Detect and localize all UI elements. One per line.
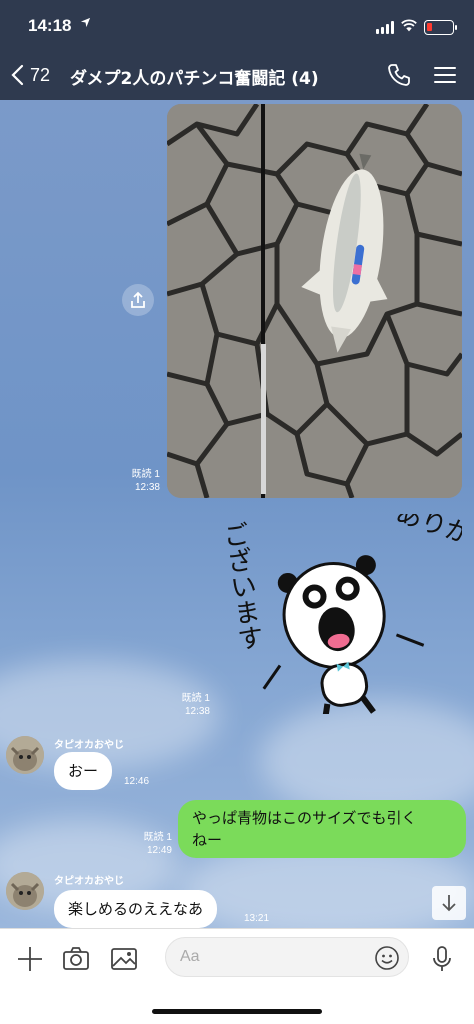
incoming-message[interactable]: 楽しめるのええなあ: [54, 890, 218, 928]
top-bar: 14:18 72 ダメプ2人のパチンコ奮闘記 (4): [0, 0, 474, 100]
outgoing-message[interactable]: やっぱ青物はこのサイズでも引く ねー: [178, 800, 466, 858]
battery-icon: [424, 20, 457, 35]
location-arrow-icon: [80, 17, 91, 31]
chevron-left-icon: [11, 64, 24, 86]
outgoing-message-line: ねー: [192, 831, 223, 849]
fish-photo-message[interactable]: [167, 104, 462, 498]
avatar-image: [6, 872, 44, 910]
fish-photo-image: [167, 104, 462, 498]
read-receipt: 既読 1: [131, 469, 160, 480]
chat-header: 72 ダメプ2人のパチンコ奮闘記 (4): [0, 52, 474, 98]
scroll-down-button[interactable]: [432, 886, 466, 920]
plus-icon[interactable]: [16, 945, 44, 973]
photo-meta: 既読 1 12:38: [120, 468, 160, 494]
message-input[interactable]: [180, 938, 370, 976]
outgoing-message-line: やっぱ青物はこのサイズでも引く: [192, 809, 417, 827]
status-bar: 14:18: [0, 14, 474, 44]
sender-name: タピオカおやじ: [54, 740, 124, 751]
phone-icon[interactable]: [386, 62, 412, 88]
camera-icon[interactable]: [62, 945, 90, 973]
read-receipt: 既読 1: [181, 693, 210, 704]
cellular-signal-icon: [376, 20, 394, 34]
microphone-icon[interactable]: [428, 945, 456, 973]
avatar[interactable]: [6, 872, 44, 910]
panda-sticker[interactable]: ありがとう ございます: [217, 498, 474, 724]
sender-name: タピオカおやじ: [54, 876, 124, 887]
status-time: 14:18: [28, 16, 72, 35]
share-icon[interactable]: [122, 284, 154, 316]
arrow-down-icon: [442, 895, 456, 912]
message-time: 13:21: [244, 913, 270, 924]
message-time: 12:49: [146, 845, 172, 856]
sticker-text-2: ございます: [222, 520, 265, 653]
back-button[interactable]: 72: [10, 60, 50, 90]
emoji-icon[interactable]: [374, 945, 400, 971]
chat-title: ダメプ2人のパチンコ奮闘記 (4): [70, 69, 319, 89]
unread-count: 72: [30, 64, 51, 85]
sticker-text-1: ありがとう: [392, 514, 462, 567]
own-message-meta: 既読 1 12:49: [130, 831, 172, 857]
image-icon[interactable]: [110, 945, 138, 973]
panda-sticker-image: ありがとう ございます: [217, 498, 474, 724]
message-time: 12:46: [124, 776, 150, 787]
message-time: 12:38: [184, 706, 210, 717]
wifi-icon: [400, 18, 418, 34]
message-time: 12:38: [134, 482, 160, 493]
read-receipt: 既読 1: [143, 832, 172, 843]
incoming-message[interactable]: おー: [54, 752, 113, 790]
message-input-bar: [0, 928, 474, 1024]
avatar-image: [6, 736, 44, 774]
menu-icon[interactable]: [432, 62, 458, 88]
avatar[interactable]: [6, 736, 44, 774]
home-indicator[interactable]: [152, 1009, 322, 1014]
sticker-meta: 既読 1 12:38: [168, 692, 210, 718]
chat-area[interactable]: 既読 1 12:38 ありがとう ございます 既読 1 12:38 タピオカおや…: [0, 100, 474, 928]
message-field[interactable]: [165, 937, 409, 977]
